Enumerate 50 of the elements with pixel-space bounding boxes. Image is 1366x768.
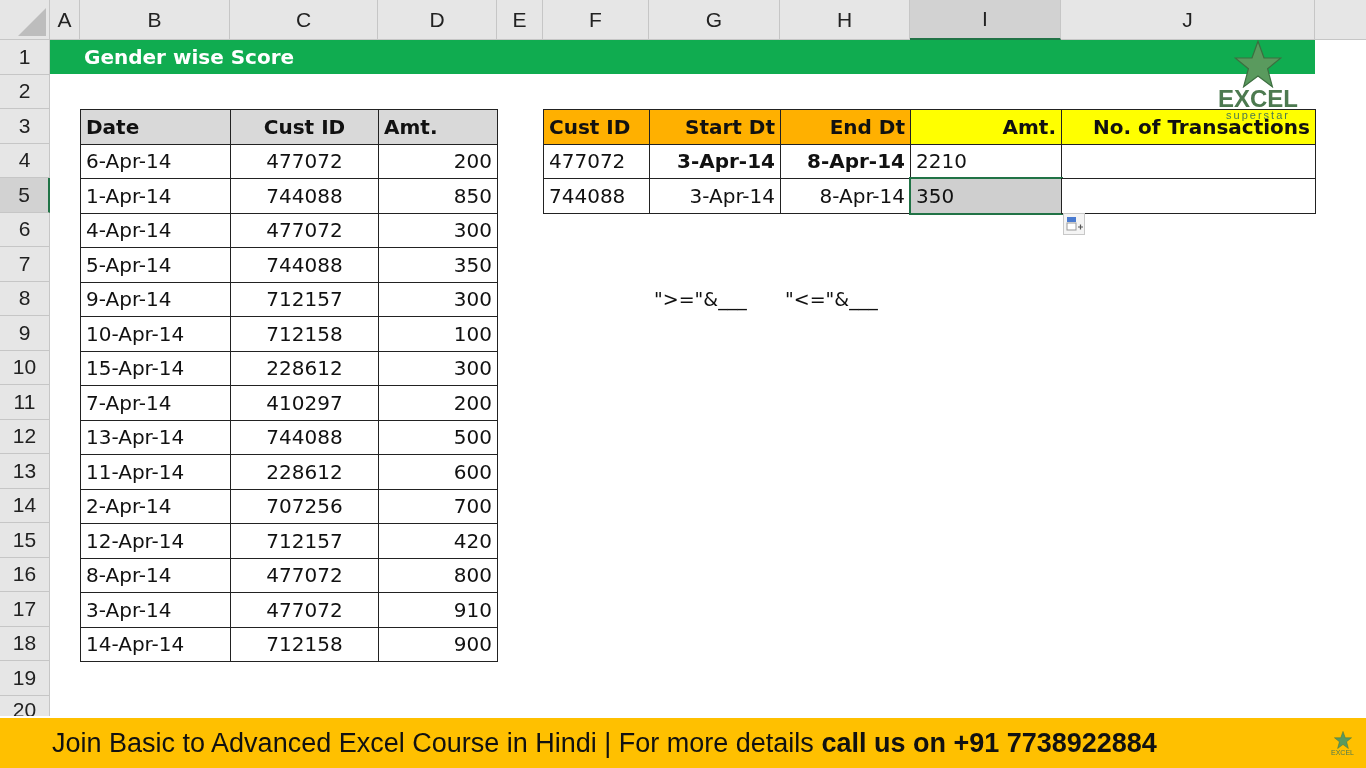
formula-note: ">="&___	[653, 286, 748, 313]
corner-triangle-icon	[18, 8, 46, 36]
row-header[interactable]: 6	[0, 212, 50, 247]
row-header[interactable]: 19	[0, 661, 50, 696]
row-header[interactable]: 12	[0, 419, 50, 454]
column-header[interactable]: G	[649, 0, 780, 40]
star-logo-icon	[1333, 730, 1352, 749]
table-cell: 744088	[543, 178, 650, 214]
row-header[interactable]: 15	[0, 523, 50, 558]
row-header[interactable]: 4	[0, 143, 50, 178]
row-header[interactable]: 16	[0, 557, 50, 592]
row-header[interactable]: 17	[0, 592, 50, 627]
column-heading: Start Dt	[649, 109, 781, 145]
sheet-title: Gender wise Score	[50, 40, 1315, 74]
row-header[interactable]: 7	[0, 247, 50, 282]
table-cell: 350	[910, 178, 1062, 214]
column-header[interactable]: H	[780, 0, 910, 40]
promo-banner-text: Join Basic to Advanced Excel Course in Hindi | For more details call us on +91 7738922884	[52, 727, 1157, 759]
column-heading: Cust ID	[543, 109, 650, 145]
row-header[interactable]: 3	[0, 109, 50, 144]
column-heading: Amt.	[910, 109, 1062, 145]
star-logo-icon	[1234, 40, 1282, 88]
row-header[interactable]: 13	[0, 454, 50, 489]
row-header[interactable]: 8	[0, 281, 50, 316]
logo-subtitle: superstar	[1226, 110, 1290, 120]
column-header[interactable]: C	[230, 0, 378, 40]
column-heading: Amt.	[378, 109, 498, 145]
column-header[interactable]: E	[497, 0, 543, 40]
column-header[interactable]: J	[1061, 0, 1315, 40]
formula-note: "<="&___	[784, 286, 879, 313]
row-header[interactable]: 10	[0, 350, 50, 385]
column-heading: Date	[80, 109, 231, 145]
row-header[interactable]: 9	[0, 316, 50, 351]
row-header[interactable]: 14	[0, 488, 50, 523]
table-cell: 14-Apr-14	[80, 626, 231, 662]
column-heading: End Dt	[780, 109, 911, 145]
column-header[interactable]: A	[50, 0, 80, 40]
column-heading: Cust ID	[230, 109, 379, 145]
row-header[interactable]: 11	[0, 385, 50, 420]
row-header[interactable]: 2	[0, 74, 50, 109]
column-header[interactable]: B	[80, 0, 230, 40]
row-header[interactable]: 18	[0, 626, 50, 661]
table-cell: 900	[378, 626, 498, 662]
column-header[interactable]: D	[378, 0, 497, 40]
column-header[interactable]: F	[543, 0, 649, 40]
row-header[interactable]: 1	[0, 40, 50, 75]
paste-options-icon[interactable]	[1063, 213, 1085, 235]
logo-title: EXCEL	[1218, 88, 1298, 110]
row-header[interactable]: 5	[0, 178, 50, 213]
column-header[interactable]: I	[910, 0, 1061, 40]
